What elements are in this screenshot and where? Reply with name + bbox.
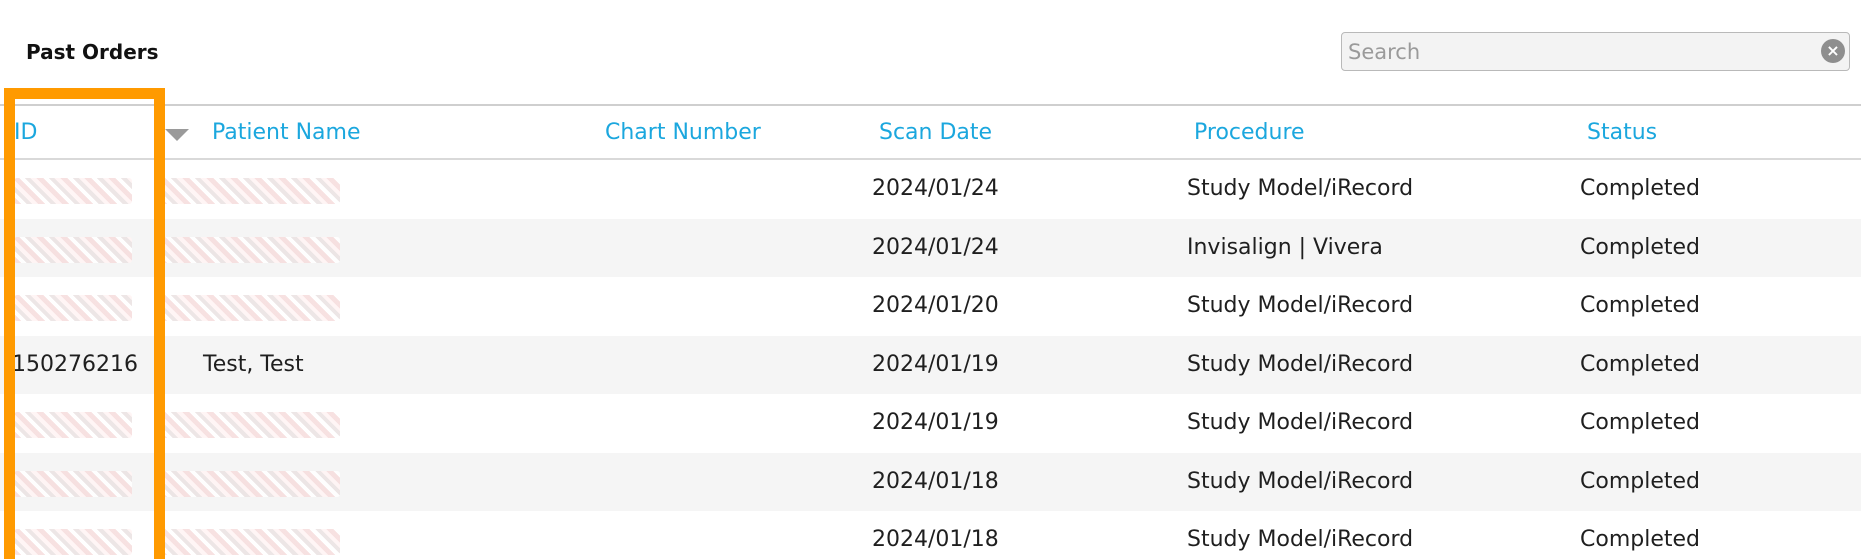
table-row[interactable]: 150276216 Test, Test 2024/01/19 Study Mo… bbox=[0, 335, 1861, 394]
redacted-id bbox=[14, 295, 132, 321]
redacted-patient-name bbox=[160, 236, 340, 263]
cell-procedure: Study Model/iRecord bbox=[1187, 527, 1414, 552]
cell-scan-date: 2024/01/20 bbox=[872, 293, 999, 318]
cell-scan-date: 2024/01/24 bbox=[872, 176, 999, 201]
table-row[interactable]: 2024/01/19 Study Model/iRecord Completed bbox=[0, 394, 1861, 453]
search-input[interactable] bbox=[1342, 33, 1808, 70]
redacted-id bbox=[14, 178, 132, 204]
cell-procedure: Invisalign | Vivera bbox=[1187, 234, 1383, 260]
table-row[interactable]: 2024/01/18 Study Model/iRecord Completed bbox=[0, 511, 1861, 559]
table-row[interactable]: 2024/01/24 Invisalign | Vivera Completed bbox=[0, 218, 1861, 277]
table-row[interactable]: 2024/01/18 Study Model/iRecord Completed bbox=[0, 452, 1861, 511]
redacted-id bbox=[14, 529, 132, 555]
cell-status: Completed bbox=[1580, 293, 1700, 318]
column-header-status[interactable]: Status bbox=[1587, 120, 1657, 145]
page-title: Past Orders bbox=[26, 40, 159, 64]
clear-search-icon[interactable]: × bbox=[1821, 39, 1845, 63]
redacted-id bbox=[14, 236, 132, 263]
cell-status: Completed bbox=[1580, 410, 1700, 435]
cell-scan-date: 2024/01/18 bbox=[872, 527, 999, 552]
search-box[interactable]: × bbox=[1341, 32, 1850, 71]
cell-procedure: Study Model/iRecord bbox=[1187, 176, 1414, 201]
column-header-patient-name[interactable]: Patient Name bbox=[212, 120, 361, 145]
cell-procedure: Study Model/iRecord bbox=[1187, 468, 1414, 494]
orders-table-body: 2024/01/24 Study Model/iRecord Completed… bbox=[0, 160, 1861, 559]
cell-scan-date: 2024/01/24 bbox=[872, 234, 999, 260]
column-header-chart-number[interactable]: Chart Number bbox=[605, 120, 761, 145]
cell-procedure: Study Model/iRecord bbox=[1187, 410, 1414, 435]
past-orders-page: Past Orders × ID Patient Name Chart Numb… bbox=[0, 0, 1861, 559]
column-header-scan-date[interactable]: Scan Date bbox=[879, 120, 992, 145]
redacted-id bbox=[14, 470, 132, 497]
cell-status: Completed bbox=[1580, 351, 1700, 377]
sort-descending-icon[interactable] bbox=[165, 129, 189, 141]
redacted-patient-name bbox=[160, 470, 340, 497]
redacted-patient-name bbox=[160, 412, 340, 438]
cell-procedure: Study Model/iRecord bbox=[1187, 351, 1414, 377]
table-row[interactable]: 2024/01/20 Study Model/iRecord Completed bbox=[0, 277, 1861, 336]
table-header: ID Patient Name Chart Number Scan Date P… bbox=[0, 106, 1861, 160]
cell-patient-name: Test, Test bbox=[203, 351, 304, 377]
cell-scan-date: 2024/01/19 bbox=[872, 351, 999, 377]
redacted-patient-name bbox=[160, 178, 340, 204]
cell-status: Completed bbox=[1580, 176, 1700, 201]
redacted-id bbox=[14, 412, 132, 438]
column-header-id[interactable]: ID bbox=[14, 120, 37, 145]
cell-procedure: Study Model/iRecord bbox=[1187, 293, 1414, 318]
cell-scan-date: 2024/01/19 bbox=[872, 410, 999, 435]
column-header-procedure[interactable]: Procedure bbox=[1194, 120, 1305, 145]
cell-status: Completed bbox=[1580, 234, 1700, 260]
cell-id: 150276216 bbox=[12, 351, 138, 377]
redacted-patient-name bbox=[160, 295, 340, 321]
cell-status: Completed bbox=[1580, 527, 1700, 552]
redacted-patient-name bbox=[160, 529, 340, 555]
cell-scan-date: 2024/01/18 bbox=[872, 468, 999, 494]
cell-status: Completed bbox=[1580, 468, 1700, 494]
table-row[interactable]: 2024/01/24 Study Model/iRecord Completed bbox=[0, 160, 1861, 219]
